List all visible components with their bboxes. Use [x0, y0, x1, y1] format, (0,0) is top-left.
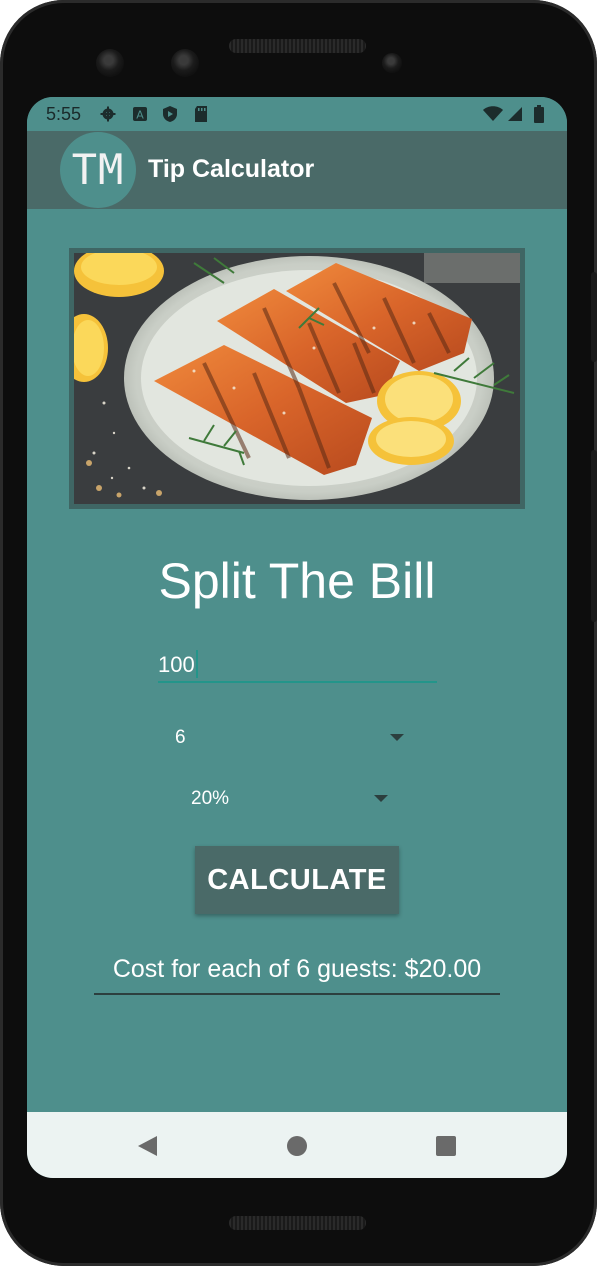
- svg-text:A: A: [136, 109, 144, 122]
- bottom-speaker: [229, 1216, 366, 1230]
- home-icon[interactable]: [287, 1136, 307, 1156]
- calculate-button[interactable]: CALCULATE: [195, 846, 399, 914]
- front-camera: [382, 53, 402, 73]
- page-title: Split The Bill: [158, 553, 436, 609]
- bill-amount-value: 100: [158, 650, 198, 678]
- guests-dropdown[interactable]: 6: [175, 717, 405, 757]
- bill-amount-text: 100: [158, 652, 195, 677]
- dropdown-arrow-icon: [374, 795, 388, 802]
- result-text: Cost for each of 6 guests: $20.00: [94, 955, 500, 995]
- front-sensor-left: [96, 49, 124, 77]
- sd-card-icon: [195, 106, 207, 122]
- guests-dropdown-value: 6: [175, 727, 186, 748]
- tip-percent-dropdown[interactable]: 20%: [191, 778, 388, 818]
- hero-image: [69, 248, 525, 509]
- signal-icon: [508, 107, 522, 121]
- text-cursor: [195, 650, 198, 678]
- navigation-bar: [27, 1112, 567, 1178]
- gear-icon: [100, 106, 116, 122]
- salmon-plate-image: [74, 253, 520, 504]
- play-shield-icon: [163, 106, 177, 122]
- wifi-icon: [483, 106, 503, 121]
- app-bar: TM Tip Calculator: [27, 131, 567, 209]
- top-speaker: [229, 39, 366, 53]
- recents-icon[interactable]: [436, 1136, 456, 1156]
- tip-percent-dropdown-value: 20%: [191, 788, 230, 809]
- dropdown-arrow-icon: [390, 734, 404, 741]
- power-button: [591, 272, 597, 362]
- bill-amount-input[interactable]: 100: [158, 645, 437, 683]
- phone-frame: 5:55 A TM Tip Calculator Split The Bill …: [0, 0, 597, 1266]
- status-bar: 5:55 A: [27, 97, 567, 131]
- status-time: 5:55: [46, 104, 82, 124]
- volume-button: [591, 450, 597, 622]
- front-sensor-right: [171, 49, 199, 77]
- screen: 5:55 A TM Tip Calculator Split The Bill …: [27, 97, 567, 1178]
- battery-icon: [534, 105, 544, 123]
- app-title: Tip Calculator: [148, 155, 315, 183]
- back-icon[interactable]: [138, 1136, 157, 1156]
- app-logo: TM: [60, 132, 136, 208]
- a-badge-icon: A: [133, 107, 147, 122]
